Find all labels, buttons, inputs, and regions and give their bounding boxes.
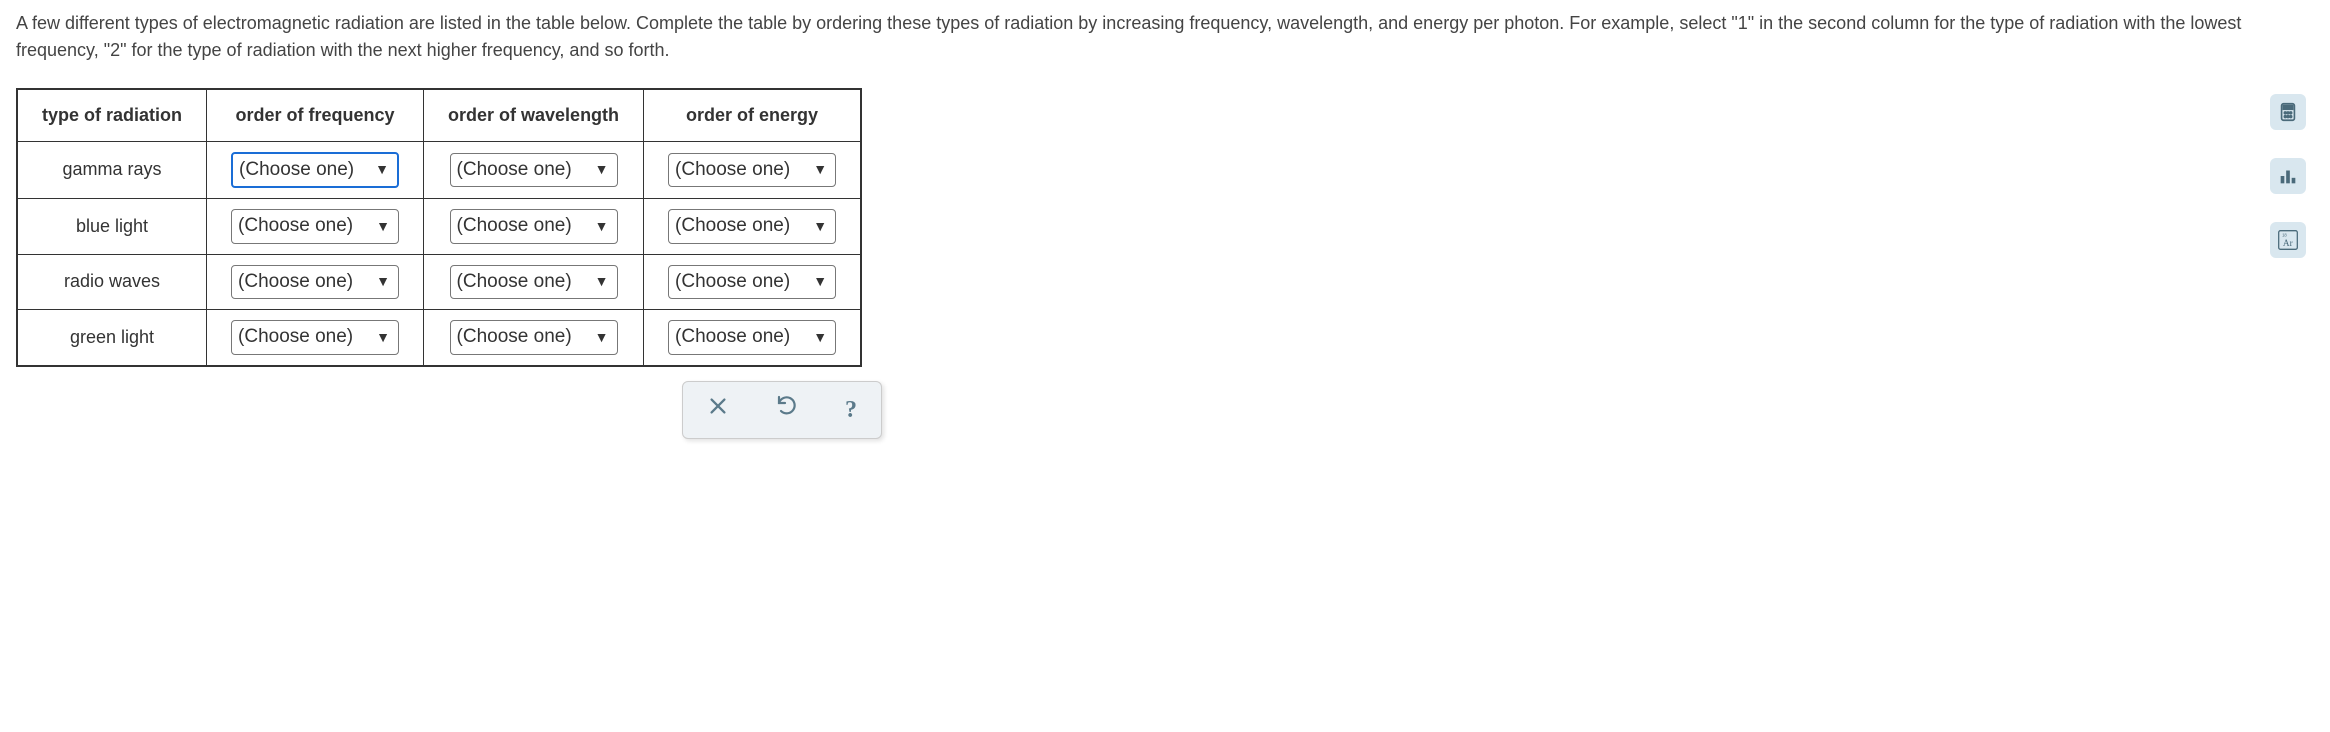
energy-dropdown[interactable]: (Choose one)▼ (668, 153, 836, 188)
question-text: A few different types of electromagnetic… (16, 10, 2314, 64)
wavelength-dropdown[interactable]: (Choose one)▼ (450, 153, 618, 188)
chevron-down-icon: ▼ (595, 271, 609, 292)
main-area: type of radiation order of frequency ord… (16, 88, 882, 439)
wavelength-dropdown[interactable]: (Choose one)▼ (450, 265, 618, 300)
svg-text:18: 18 (2282, 233, 2287, 238)
chevron-down-icon: ▼ (813, 327, 827, 348)
wavelength-dropdown[interactable]: (Choose one)▼ (450, 320, 618, 355)
header-type: type of radiation (17, 89, 207, 141)
chevron-down-icon: ▼ (376, 271, 390, 292)
header-energy: order of energy (644, 89, 862, 141)
chevron-down-icon: ▼ (595, 327, 609, 348)
frequency-dropdown[interactable]: (Choose one)▼ (231, 152, 399, 189)
action-toolbar: ? (682, 381, 882, 439)
energy-dropdown[interactable]: (Choose one)▼ (668, 265, 836, 300)
periodic-table-button[interactable]: 18Ar (2270, 222, 2306, 258)
chart-button[interactable] (2270, 158, 2306, 194)
radiation-type: radio waves (17, 254, 207, 310)
frequency-dropdown[interactable]: (Choose one)▼ (231, 265, 399, 300)
table-row: gamma rays (Choose one)▼ (Choose one)▼ (… (17, 141, 861, 199)
chevron-down-icon: ▼ (376, 327, 390, 348)
chevron-down-icon: ▼ (595, 159, 609, 180)
side-tools: 18Ar (2270, 88, 2314, 258)
chevron-down-icon: ▼ (813, 216, 827, 237)
table-row: radio waves (Choose one)▼ (Choose one)▼ … (17, 254, 861, 310)
table-row: green light (Choose one)▼ (Choose one)▼ … (17, 310, 861, 366)
header-frequency: order of frequency (207, 89, 424, 141)
table-row: blue light (Choose one)▼ (Choose one)▼ (… (17, 199, 861, 255)
calculator-icon (2277, 101, 2299, 123)
calculator-button[interactable] (2270, 94, 2306, 130)
radiation-type: green light (17, 310, 207, 366)
chevron-down-icon: ▼ (595, 216, 609, 237)
reset-icon[interactable] (775, 392, 799, 428)
energy-dropdown[interactable]: (Choose one)▼ (668, 320, 836, 355)
wavelength-dropdown[interactable]: (Choose one)▼ (450, 209, 618, 244)
bar-chart-icon (2277, 165, 2299, 187)
radiation-type: blue light (17, 199, 207, 255)
radiation-type: gamma rays (17, 141, 207, 199)
chevron-down-icon: ▼ (813, 159, 827, 180)
help-icon[interactable]: ? (845, 392, 857, 428)
chevron-down-icon: ▼ (813, 271, 827, 292)
header-wavelength: order of wavelength (424, 89, 644, 141)
element-icon: 18Ar (2277, 229, 2299, 251)
close-icon[interactable] (707, 392, 729, 428)
energy-dropdown[interactable]: (Choose one)▼ (668, 209, 836, 244)
chevron-down-icon: ▼ (375, 159, 389, 180)
chevron-down-icon: ▼ (376, 216, 390, 237)
svg-text:Ar: Ar (2283, 239, 2294, 249)
frequency-dropdown[interactable]: (Choose one)▼ (231, 320, 399, 355)
radiation-table: type of radiation order of frequency ord… (16, 88, 862, 367)
frequency-dropdown[interactable]: (Choose one)▼ (231, 209, 399, 244)
